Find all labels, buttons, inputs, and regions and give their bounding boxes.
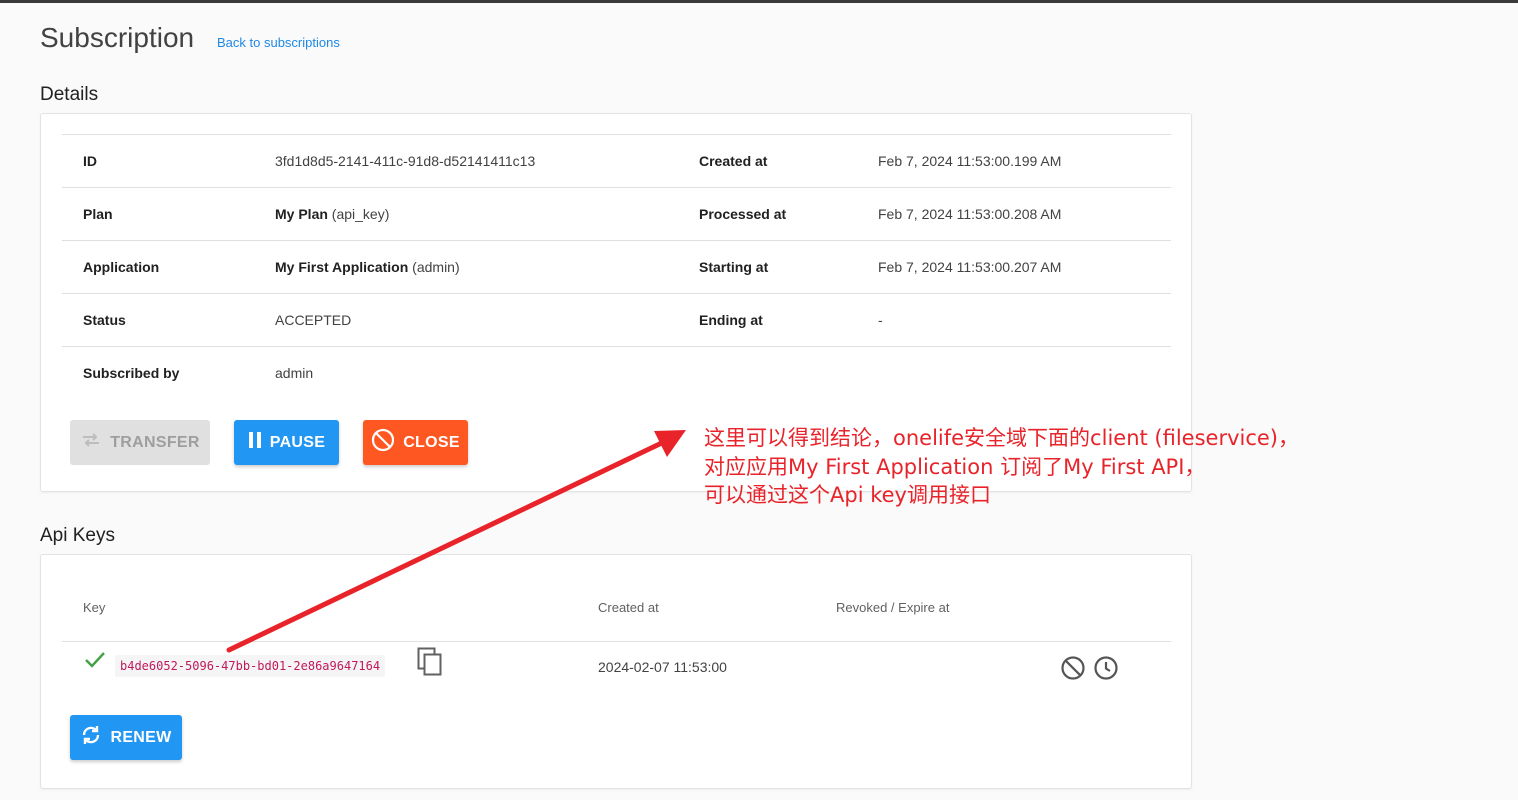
annotation-line-1: 这里可以得到结论，onelife安全域下面的client (fileservic… bbox=[704, 426, 1300, 450]
created-at-label: Created at bbox=[699, 153, 768, 169]
subscribed-by-value: admin bbox=[275, 365, 314, 381]
pause-button-label: PAUSE bbox=[269, 433, 326, 451]
valid-check-icon bbox=[84, 651, 106, 674]
page-title: Subscription bbox=[40, 22, 195, 53]
details-row-status: Status ACCEPTED Ending at - bbox=[62, 294, 1171, 347]
revoke-icon[interactable] bbox=[1060, 655, 1086, 686]
application-name: My First Application bbox=[275, 259, 409, 275]
details-row-id: ID 3fd1d8d5-2141-411c-91d8-d52141411c13 … bbox=[62, 135, 1171, 188]
details-row-application: Application My First Application (admin)… bbox=[62, 241, 1171, 294]
id-label: ID bbox=[83, 153, 97, 169]
annotation-line-3: 可以通过这个Api key调用接口 bbox=[704, 483, 991, 507]
transfer-button-label: TRANSFER bbox=[110, 433, 200, 451]
subscribed-by-label: Subscribed by bbox=[83, 365, 180, 381]
annotation-text: 这里可以得到结论，onelife安全域下面的client (fileservic… bbox=[704, 424, 1299, 510]
starting-at-label: Starting at bbox=[699, 259, 769, 275]
plan-security: (api_key) bbox=[327, 206, 390, 222]
status-value: ACCEPTED bbox=[275, 312, 352, 328]
api-keys-header-divider bbox=[62, 641, 1171, 642]
back-to-subscriptions-link[interactable]: Back to subscriptions bbox=[217, 35, 340, 50]
processed-at-label: Processed at bbox=[699, 206, 787, 222]
application-owner: (admin) bbox=[408, 259, 460, 275]
annotation-line-2: 对应应用My First Application 订阅了My First API… bbox=[704, 454, 1206, 479]
block-icon bbox=[371, 428, 395, 457]
application-value: My First Application (admin) bbox=[275, 241, 460, 293]
plan-value: My Plan (api_key) bbox=[275, 188, 389, 240]
api-keys-card: Key Created at Revoked / Expire at b4de6… bbox=[40, 554, 1192, 789]
details-row-plan: Plan My Plan (api_key) Processed at Feb … bbox=[62, 188, 1171, 241]
plan-label: Plan bbox=[83, 206, 113, 222]
created-at-value: Feb 7, 2024 11:53:00.199 AM bbox=[878, 153, 1062, 169]
details-section-title: Details bbox=[40, 84, 99, 105]
plan-name: My Plan bbox=[275, 206, 328, 222]
renew-button[interactable]: RENEW bbox=[70, 715, 182, 760]
renew-button-label: RENEW bbox=[110, 728, 172, 746]
expire-clock-icon[interactable] bbox=[1093, 655, 1119, 686]
details-table: ID 3fd1d8d5-2141-411c-91d8-d52141411c13 … bbox=[62, 134, 1171, 381]
api-keys-section-title: Api Keys bbox=[40, 525, 115, 546]
created-at-column-header: Created at bbox=[598, 600, 659, 615]
starting-at-value: Feb 7, 2024 11:53:00.207 AM bbox=[878, 259, 1062, 275]
status-label: Status bbox=[83, 312, 126, 328]
details-row-subscribed-by: Subscribed by admin bbox=[62, 347, 1171, 400]
transfer-icon bbox=[80, 433, 102, 452]
ending-at-value: - bbox=[878, 312, 883, 328]
processed-at-value: Feb 7, 2024 11:53:00.208 AM bbox=[878, 206, 1062, 222]
id-value: 3fd1d8d5-2141-411c-91d8-d52141411c13 bbox=[275, 153, 536, 169]
copy-icon[interactable] bbox=[417, 647, 443, 682]
ending-at-label: Ending at bbox=[699, 312, 763, 328]
api-key-created-at: 2024-02-07 11:53:00 bbox=[598, 659, 727, 675]
pause-icon bbox=[248, 432, 262, 453]
pause-button[interactable]: PAUSE bbox=[234, 420, 339, 465]
revoked-column-header: Revoked / Expire at bbox=[836, 600, 950, 615]
application-label: Application bbox=[83, 259, 160, 275]
key-column-header: Key bbox=[83, 600, 106, 615]
api-key-value: b4de6052-5096-47bb-bd01-2e86a9647164 bbox=[115, 655, 386, 677]
close-button-label: CLOSE bbox=[403, 433, 460, 451]
renew-icon bbox=[80, 724, 102, 751]
close-button[interactable]: CLOSE bbox=[363, 420, 468, 465]
top-bar bbox=[0, 0, 1518, 3]
transfer-button[interactable]: TRANSFER bbox=[70, 420, 210, 465]
